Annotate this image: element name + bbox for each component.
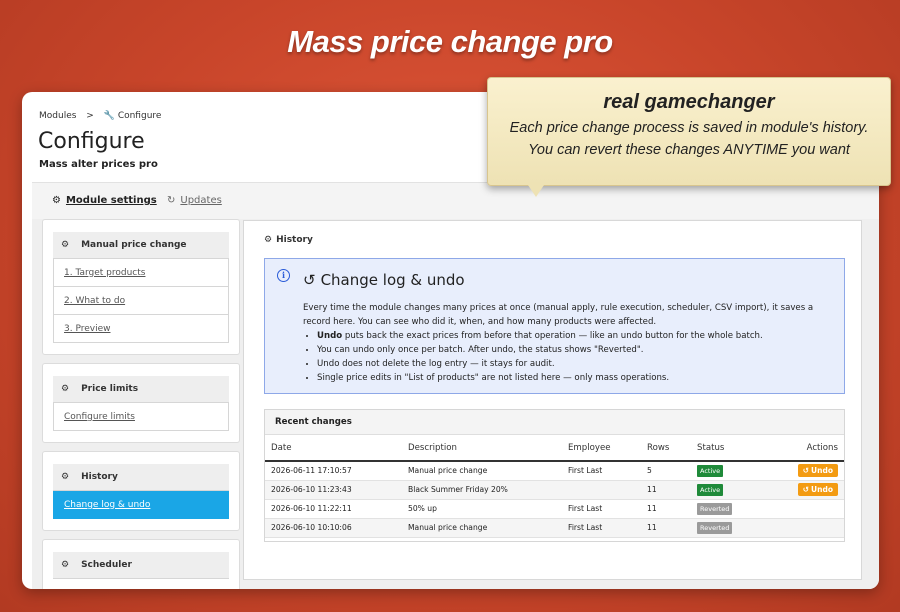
recent-changes-panel: Recent changes Date Description Employee… <box>264 409 845 542</box>
tab-module-settings[interactable]: ⚙ Module settings <box>40 195 170 221</box>
sidebar-price-limits: ⚙ Price limits Configure limits <box>42 363 240 443</box>
undo-button-label: Undo <box>811 466 833 476</box>
history-heading: ⚙ History <box>264 235 313 245</box>
sidebar-limits-title: Price limits <box>81 384 139 394</box>
wrench-icon: 🔧 <box>103 111 115 121</box>
history-heading-label: History <box>276 235 313 245</box>
info-description: Every time the module changes many price… <box>303 303 814 327</box>
sidebar-manual-header: ⚙ Manual price change <box>53 232 229 259</box>
recent-changes-table: Date Description Employee Rows Status Ac… <box>265 435 844 538</box>
undo-icon: ↺ <box>802 485 810 494</box>
cell-employee: First Last <box>562 461 641 481</box>
cell-employee: First Last <box>562 499 641 519</box>
breadcrumb-configure: Configure <box>117 111 162 121</box>
sidebar-manual-price-change: ⚙ Manual price change 1. Target products… <box>42 219 240 355</box>
info-bullet: Undo does not delete the log entry — it … <box>317 357 843 371</box>
col-employee: Employee <box>562 435 641 462</box>
cell-date: 2026-06-10 11:22:11 <box>265 499 402 519</box>
gear-icon: ⚙ <box>61 472 70 482</box>
table-row: 2026-06-10 11:22:11 50% up First Last 11… <box>265 499 844 519</box>
callout-line-1: Each price change process is saved in mo… <box>509 120 869 136</box>
tab-updates[interactable]: ↻ Updates <box>167 195 222 206</box>
sidebar-item-configure-limits[interactable]: Configure limits <box>53 403 229 431</box>
undo-button[interactable]: ↺ Undo <box>797 483 838 496</box>
status-badge: Reverted <box>697 502 733 515</box>
cell-date: 2026-06-11 17:10:57 <box>265 461 402 481</box>
recent-changes-title: Recent changes <box>265 410 844 435</box>
info-bullet-text: puts back the exact prices from before t… <box>342 331 763 341</box>
table-row: 2026-06-11 17:10:57 Manual price change … <box>265 461 844 481</box>
col-date: Date <box>265 435 402 462</box>
sidebar-limits-header: ⚙ Price limits <box>53 376 229 403</box>
undo-button-label: Undo <box>811 485 833 494</box>
history-panel: ⚙ History i ↺ Change log & undo Every ti… <box>243 220 862 580</box>
breadcrumb-separator: > <box>86 111 94 121</box>
callout-box: real gamechanger Each price change proce… <box>487 77 891 186</box>
cell-employee <box>562 480 641 500</box>
info-alert: i ↺ Change log & undo Every time the mod… <box>264 258 845 394</box>
page-subtitle: Mass alter prices pro <box>39 159 158 170</box>
status-badge: Reverted <box>697 521 733 534</box>
info-bullet: You can undo only once per batch. After … <box>317 343 843 357</box>
cell-date: 2026-06-10 11:23:43 <box>265 480 402 500</box>
sidebar-item-preview[interactable]: 3. Preview <box>53 315 229 343</box>
sidebar-history: ⚙ History Change log & undo <box>42 451 240 531</box>
callout-line-2: You can revert these changes ANYTIME you… <box>528 142 850 158</box>
tab-module-settings-label: Module settings <box>65 195 157 206</box>
cell-date: 2026-06-10 10:10:06 <box>265 518 402 538</box>
callout-tail <box>528 185 544 197</box>
col-description: Description <box>402 435 562 462</box>
gear-icon: ⚙ <box>61 384 70 394</box>
col-rows: Rows <box>641 435 691 462</box>
cell-employee: First Last <box>562 518 641 538</box>
undo-button[interactable]: ↺ Undo <box>797 464 838 478</box>
status-badge: Active <box>697 483 724 496</box>
gear-icon: ⚙ <box>264 235 273 245</box>
sidebar-item-target-products[interactable]: 1. Target products <box>53 259 229 287</box>
undo-icon: ↺ <box>802 466 810 476</box>
tab-updates-label: Updates <box>180 195 222 206</box>
col-actions: Actions <box>771 435 844 462</box>
page-title: Configure <box>38 129 145 154</box>
cell-rows: 11 <box>641 518 691 538</box>
sidebar-history-header: ⚙ History <box>53 464 229 491</box>
sidebar-scheduler-header: ⚙ Scheduler <box>53 552 229 579</box>
info-bullet: Single price edits in "List of products"… <box>317 371 843 385</box>
gears-icon: ⚙ <box>52 195 61 206</box>
tab-bar: ⚙ Module settings ↻ Updates <box>32 182 879 221</box>
refresh-icon: ↻ <box>167 195 176 206</box>
gear-icon: ⚙ <box>61 560 70 570</box>
banner-title: Mass price change pro <box>287 24 613 59</box>
callout-title: real gamechanger <box>603 91 775 113</box>
info-bullet-bold: Undo <box>317 331 343 341</box>
undo-icon: ↺ <box>303 271 316 289</box>
info-icon: i <box>277 269 290 282</box>
table-row: 2026-06-10 10:10:06 Manual price change … <box>265 518 844 538</box>
cell-description: Manual price change <box>402 518 562 538</box>
cell-description: 50% up <box>402 499 562 519</box>
sidebar-item-what-to-do[interactable]: 2. What to do <box>53 287 229 315</box>
col-status: Status <box>691 435 771 462</box>
sidebar-manual-title: Manual price change <box>81 240 187 250</box>
status-badge: Active <box>697 464 724 477</box>
sidebar-history-title: History <box>81 472 118 482</box>
breadcrumb-modules[interactable]: Modules <box>39 111 76 121</box>
sidebar-scheduler: ⚙ Scheduler <box>42 539 240 589</box>
sidebar-item-change-log[interactable]: Change log & undo <box>53 491 229 519</box>
cell-description: Black Summer Friday 20% <box>402 480 562 500</box>
cell-rows: 11 <box>641 499 691 519</box>
table-row: 2026-06-10 11:23:43 Black Summer Friday … <box>265 480 844 500</box>
info-title: ↺ Change log & undo <box>303 271 465 289</box>
cell-rows: 11 <box>641 480 691 500</box>
info-list: Undo puts back the exact prices from bef… <box>303 329 843 385</box>
cell-rows: 5 <box>641 461 691 481</box>
gear-icon: ⚙ <box>61 240 70 250</box>
table-header-row: Date Description Employee Rows Status Ac… <box>265 435 844 462</box>
cell-description: Manual price change <box>402 461 562 481</box>
sidebar-scheduler-title: Scheduler <box>81 560 132 570</box>
info-bullet: Undo puts back the exact prices from bef… <box>317 329 843 343</box>
info-title-label: Change log & undo <box>320 271 465 289</box>
breadcrumb: Modules > 🔧 Configure <box>39 111 161 121</box>
